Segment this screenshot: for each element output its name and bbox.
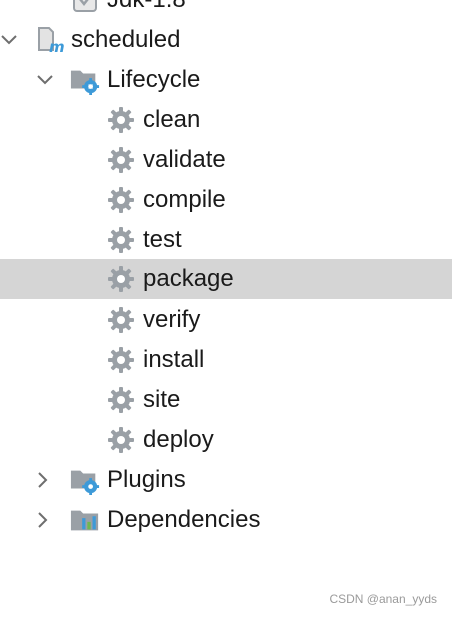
gear-icon <box>106 385 136 415</box>
tree-row-dependencies[interactable]: Dependencies <box>0 500 452 540</box>
phase-label: test <box>143 226 182 253</box>
gear-icon <box>106 225 136 255</box>
lifecycle-phase-site[interactable]: site <box>0 380 452 420</box>
phase-label: install <box>143 346 205 373</box>
phase-label: validate <box>143 146 226 173</box>
jdk-icon <box>70 0 100 15</box>
gear-icon <box>106 185 136 215</box>
lifecycle-phase-install[interactable]: install <box>0 340 452 380</box>
gear-icon <box>106 345 136 375</box>
tree-row-label: Jdk-1.8 <box>107 0 186 20</box>
lifecycle-phase-compile[interactable]: compile <box>0 180 452 220</box>
chevron-right-icon[interactable] <box>32 469 54 491</box>
gear-icon <box>106 264 136 294</box>
phase-label: site <box>143 386 181 413</box>
gear-icon <box>106 305 136 335</box>
maven-tool-window: Jdk-1.8 m scheduled <box>0 0 452 618</box>
lifecycle-label: Lifecycle <box>107 66 201 93</box>
lifecycle-phase-verify[interactable]: verify <box>0 300 452 340</box>
project-label: scheduled <box>71 26 181 53</box>
gear-icon <box>106 425 136 455</box>
gear-icon <box>106 105 136 135</box>
dependencies-icon <box>70 505 100 535</box>
lifecycle-phase-package[interactable]: package <box>0 259 452 299</box>
chevron-down-icon[interactable] <box>0 29 20 51</box>
tree-row-jdk[interactable]: Jdk-1.8 <box>0 0 452 20</box>
lifecycle-phase-clean[interactable]: clean <box>0 100 452 140</box>
tree-row-plugins[interactable]: Plugins <box>0 460 452 500</box>
lifecycle-phase-test[interactable]: test <box>0 220 452 260</box>
phase-label: clean <box>143 106 201 133</box>
svg-text:m: m <box>49 38 65 55</box>
lifecycle-phase-validate[interactable]: validate <box>0 140 452 180</box>
chevron-down-icon[interactable] <box>34 69 56 91</box>
phase-label: compile <box>143 186 226 213</box>
watermark: CSDN @anan_yyds <box>329 592 437 606</box>
tree-row-lifecycle[interactable]: Lifecycle <box>0 60 452 100</box>
maven-module-icon: m <box>36 25 66 55</box>
plugins-label: Plugins <box>107 466 186 493</box>
chevron-right-icon[interactable] <box>32 509 54 531</box>
phase-label: package <box>143 265 234 292</box>
phase-label: verify <box>143 306 201 333</box>
folder-gear-icon <box>70 465 100 495</box>
folder-gear-icon <box>70 65 100 95</box>
lifecycle-phase-deploy[interactable]: deploy <box>0 420 452 460</box>
gear-icon <box>106 145 136 175</box>
phase-label: deploy <box>143 426 214 453</box>
dependencies-label: Dependencies <box>107 506 261 533</box>
tree-row-project[interactable]: m scheduled <box>0 20 452 60</box>
